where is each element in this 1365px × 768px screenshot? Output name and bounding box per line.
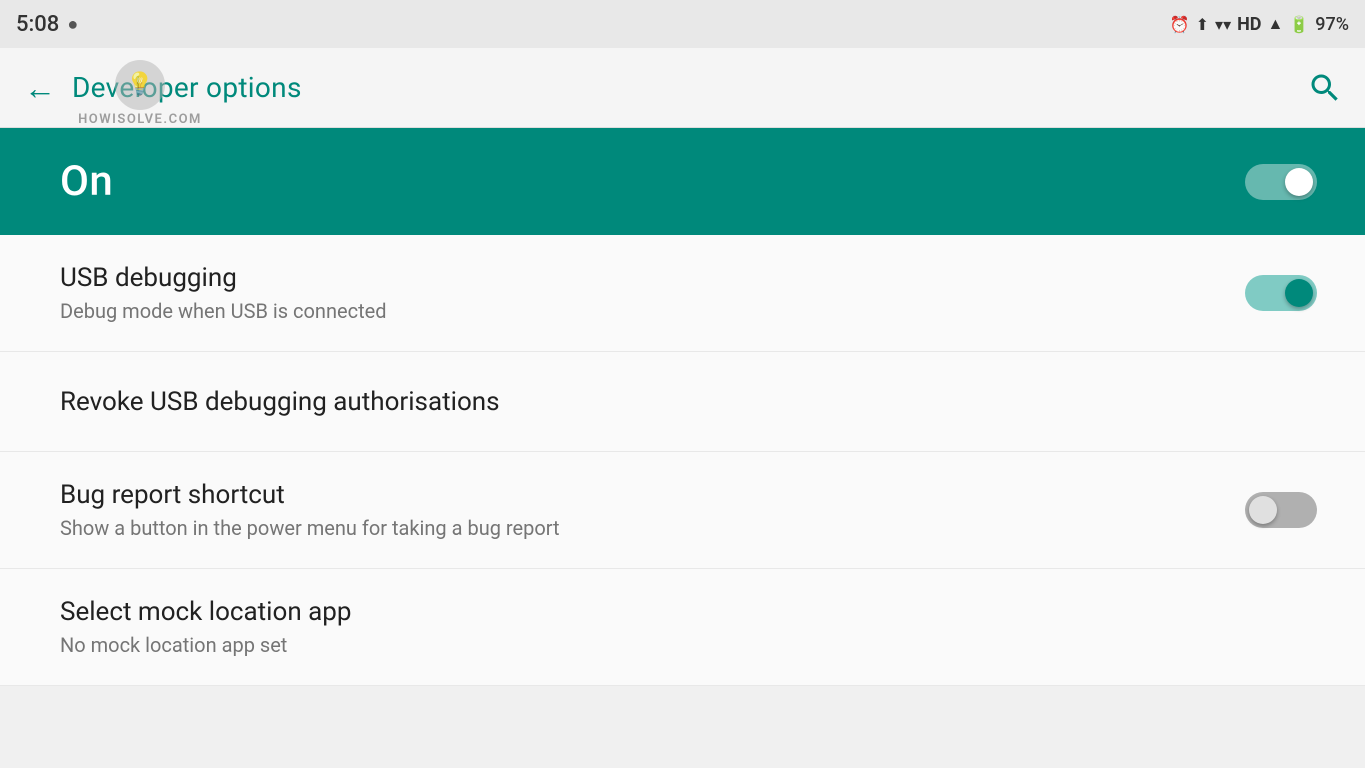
- developer-options-toggle[interactable]: [1245, 164, 1317, 200]
- status-left: 5:08 ●: [16, 12, 78, 37]
- usb-debugging-content: USB debugging Debug mode when USB is con…: [60, 263, 1245, 323]
- usb-debugging-title: USB debugging: [60, 263, 1245, 293]
- revoke-usb-content: Revoke USB debugging authorisations: [60, 387, 1317, 417]
- pocket-casts-icon: ●: [67, 14, 78, 35]
- status-right: ⏰ ⬆ ▾▾ HD ▲ 🔋 97%: [1170, 14, 1349, 35]
- back-button[interactable]: ←: [16, 64, 64, 112]
- usb-debugging-item[interactable]: USB debugging Debug mode when USB is con…: [0, 235, 1365, 352]
- search-icon: [1307, 70, 1343, 106]
- arrow-icon: ⬆: [1196, 15, 1209, 34]
- bug-report-title: Bug report shortcut: [60, 480, 1245, 510]
- revoke-usb-item[interactable]: Revoke USB debugging authorisations: [0, 352, 1365, 452]
- usb-debugging-subtitle: Debug mode when USB is connected: [60, 299, 1245, 323]
- hd-label: HD: [1237, 14, 1261, 35]
- mock-location-content: Select mock location app No mock locatio…: [60, 597, 1317, 657]
- alarm-icon: ⏰: [1170, 15, 1190, 34]
- settings-list: USB debugging Debug mode when USB is con…: [0, 235, 1365, 686]
- bug-report-content: Bug report shortcut Show a button in the…: [60, 480, 1245, 540]
- bug-report-subtitle: Show a button in the power menu for taki…: [60, 516, 1245, 540]
- status-time: 5:08: [16, 12, 59, 37]
- page-title: Developer options: [72, 71, 302, 104]
- toggle-thumb: [1285, 279, 1313, 307]
- mock-location-title: Select mock location app: [60, 597, 1317, 627]
- app-bar: ← Developer options: [0, 48, 1365, 128]
- wifi-icon: ▾▾: [1215, 15, 1231, 34]
- toggle-thumb: [1285, 168, 1313, 196]
- mock-location-subtitle: No mock location app set: [60, 633, 1317, 657]
- signal-icon: ▲: [1268, 14, 1284, 34]
- bug-report-toggle[interactable]: [1245, 492, 1317, 528]
- app-bar-left: ← Developer options: [16, 64, 302, 112]
- toggle-thumb: [1249, 496, 1277, 524]
- revoke-usb-title: Revoke USB debugging authorisations: [60, 387, 1317, 417]
- mock-location-item[interactable]: Select mock location app No mock locatio…: [0, 569, 1365, 686]
- usb-debugging-toggle[interactable]: [1245, 275, 1317, 311]
- developer-options-banner: On: [0, 128, 1365, 235]
- search-button[interactable]: [1301, 64, 1349, 112]
- battery-percentage: 97%: [1315, 14, 1349, 35]
- back-arrow-icon: ←: [24, 69, 56, 107]
- battery-icon: 🔋: [1289, 15, 1309, 34]
- bug-report-item[interactable]: Bug report shortcut Show a button in the…: [0, 452, 1365, 569]
- developer-options-status: On: [60, 157, 113, 206]
- status-bar: 5:08 ● ⏰ ⬆ ▾▾ HD ▲ 🔋 97%: [0, 0, 1365, 48]
